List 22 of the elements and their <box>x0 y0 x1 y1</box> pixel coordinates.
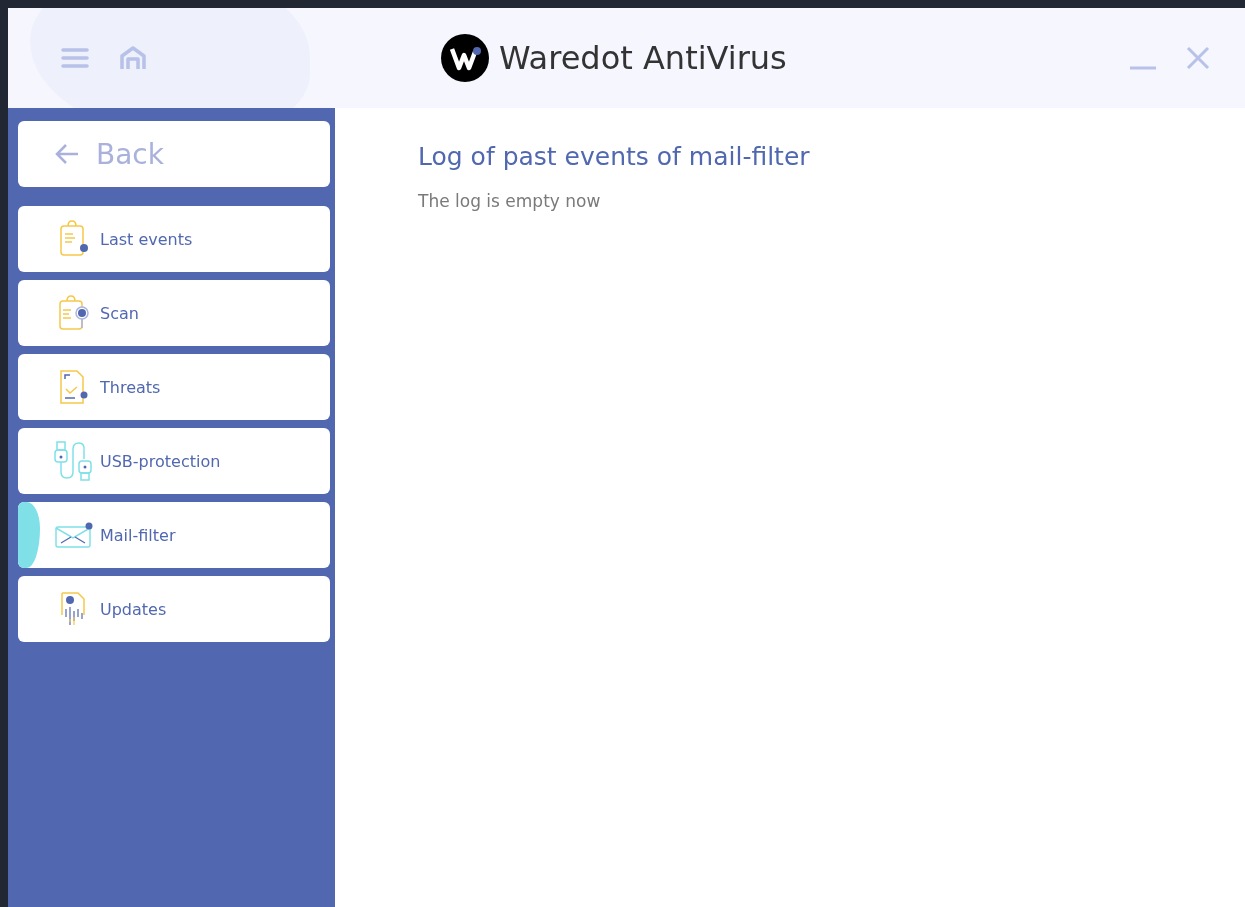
selection-indicator <box>18 502 40 568</box>
empty-log-message: The log is empty now <box>418 191 602 211</box>
envelope-icon <box>55 522 93 548</box>
menu-icon[interactable] <box>61 47 89 69</box>
sidebar-item[interactable]: Mail-filter <box>18 502 330 568</box>
document-check-icon <box>59 369 89 405</box>
sidebar-item[interactable]: Updates <box>18 576 330 642</box>
logo-icon <box>441 34 489 82</box>
sidebar-item[interactable]: USB-protection <box>18 428 330 494</box>
usb-cable-icon <box>54 441 94 481</box>
window-title: Waredot AntiVirus <box>499 39 787 77</box>
arrow-left-icon <box>54 143 80 165</box>
minimize-icon[interactable] <box>1129 66 1157 70</box>
document-download-icon <box>60 591 88 627</box>
home-icon[interactable] <box>119 45 147 71</box>
sidebar-item[interactable]: Threats <box>18 354 330 420</box>
sidebar-item[interactable]: Last events <box>18 206 330 272</box>
clipboard-magnifier-icon <box>58 294 90 332</box>
close-button[interactable] <box>1185 45 1211 71</box>
clipboard-icon <box>59 220 89 258</box>
sidebar-item[interactable]: Scan <box>18 280 330 346</box>
page-heading: Log of past events of mail-filter <box>418 142 811 171</box>
